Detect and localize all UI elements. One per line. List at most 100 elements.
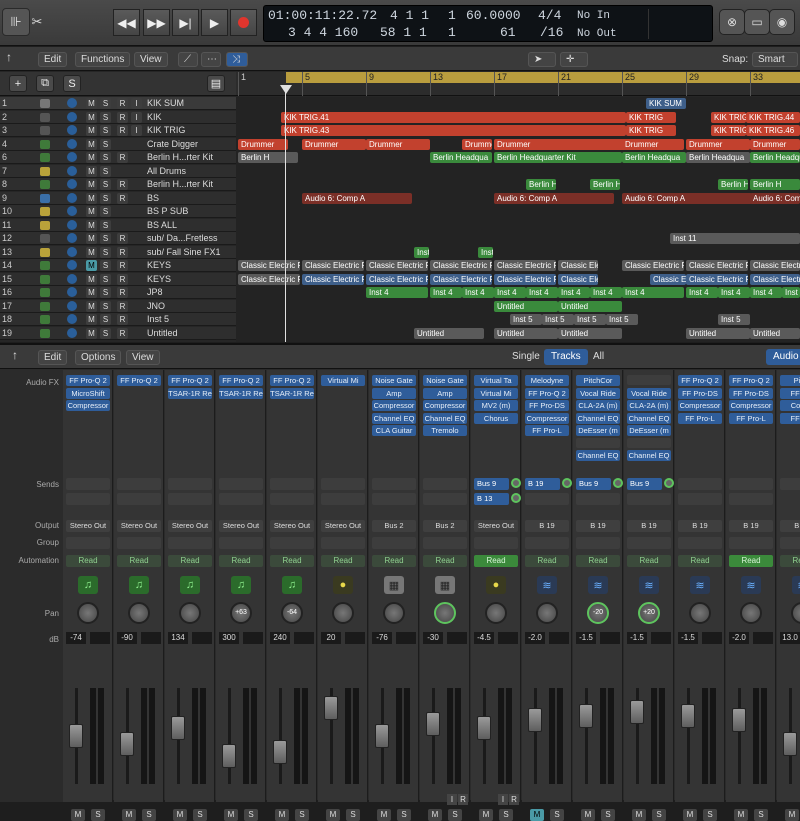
pan-knob[interactable]: -20 <box>587 602 609 624</box>
track-region[interactable]: Inst 4 <box>782 287 800 298</box>
track-region[interactable]: Inst 4 <box>526 287 558 298</box>
solo-button[interactable]: S <box>100 327 111 339</box>
track-row[interactable]: 16 M S R JP8 <box>0 286 236 299</box>
loop-browser-icon[interactable]: ◉ <box>769 9 795 35</box>
go-to-end-button[interactable]: ▶| <box>172 9 199 36</box>
solo-button[interactable]: S <box>397 809 411 821</box>
empty-send-slot[interactable] <box>321 493 365 505</box>
track-row[interactable]: 8 M S R Berlin H...rter Kit <box>0 178 236 191</box>
audio-filter-button[interactable]: Audio <box>766 349 800 365</box>
empty-send-slot[interactable] <box>168 478 212 490</box>
track-region[interactable]: Drummer <box>302 138 366 150</box>
plugin-slot[interactable]: CLA-2A (m) <box>576 400 620 411</box>
solo-button[interactable]: S <box>100 300 111 312</box>
plugin-slot[interactable]: Channel EQ <box>576 450 620 461</box>
plugin-slot[interactable]: FF Pro-Q 2 <box>678 375 722 386</box>
track-row[interactable]: 15 M S R KEYS <box>0 272 236 286</box>
track-region[interactable]: Inst 4 <box>750 287 782 298</box>
solo-button[interactable]: S <box>100 233 111 244</box>
record-enable-button[interactable]: R <box>117 246 128 258</box>
track-region[interactable]: Inst 4 <box>622 287 684 298</box>
automation-icon[interactable]: ⋯ <box>201 52 221 67</box>
volume-fader[interactable] <box>681 704 695 728</box>
plugin-slot[interactable]: FF Pro-Q 2 <box>525 387 569 399</box>
mute-button[interactable]: M <box>86 125 97 136</box>
automation-mode[interactable]: Read <box>219 555 263 567</box>
empty-plugin-slot[interactable] <box>627 375 671 385</box>
track-region[interactable]: Berlin Headqua <box>686 152 750 163</box>
power-icon[interactable] <box>67 219 77 230</box>
plugin-slot[interactable]: FF Pro-Q 2 <box>117 375 161 386</box>
track-region[interactable]: Classic Electric P <box>558 260 598 271</box>
solo-button[interactable]: S <box>550 809 564 821</box>
track-row[interactable]: 13 M S Rsub/ Fall Sine FX1 <box>0 245 236 259</box>
track-region[interactable]: Inst 5 <box>574 314 606 325</box>
mixer-toggle-icon[interactable]: ⊪ <box>2 8 30 36</box>
volume-fader[interactable] <box>120 732 134 756</box>
solo-button[interactable]: S <box>100 165 111 177</box>
output-slot[interactable]: B 19 <box>525 520 569 532</box>
solo-button[interactable]: S <box>100 125 111 136</box>
volume-fader[interactable] <box>324 696 338 720</box>
plugin-slot[interactable]: CLA-2A (m) <box>627 400 671 411</box>
track-name[interactable]: BS <box>147 193 227 203</box>
plugin-slot[interactable]: PitchCor <box>576 375 620 386</box>
solo-button[interactable]: S <box>100 219 111 231</box>
mute-button[interactable]: M <box>530 809 544 821</box>
mute-button[interactable]: M <box>86 98 97 109</box>
pan-knob[interactable] <box>536 602 558 624</box>
power-icon[interactable] <box>67 300 77 311</box>
track-region[interactable]: Classic Electric P <box>366 273 428 285</box>
track-name[interactable]: BS P SUB <box>147 206 227 216</box>
track-region[interactable]: KIK TRIG <box>711 125 746 136</box>
plugin-slot[interactable]: Noise Gate <box>423 375 467 386</box>
plugin-slot[interactable]: Pitch <box>780 375 800 386</box>
volume-fader[interactable] <box>171 716 185 740</box>
group-slot[interactable] <box>168 537 212 549</box>
group-slot[interactable] <box>627 537 671 549</box>
track-region[interactable]: Classic Electric P <box>494 260 556 271</box>
power-icon[interactable] <box>67 260 77 270</box>
mute-button[interactable]: M <box>86 206 97 217</box>
empty-send-slot[interactable] <box>117 493 161 505</box>
track-region[interactable]: Berlin Headqua <box>622 152 686 163</box>
play-button[interactable]: ▶ <box>201 9 228 36</box>
track-region[interactable]: Audio 6: Comp A <box>494 192 614 204</box>
notepad-icon[interactable]: ▭ <box>744 9 770 35</box>
empty-send-slot[interactable] <box>423 493 467 505</box>
edit-menu[interactable]: Edit <box>38 52 68 67</box>
track-row[interactable]: 11 M S BS ALL <box>0 218 236 232</box>
track-region[interactable]: Untitled <box>558 327 622 339</box>
solo-button[interactable]: S <box>100 273 111 285</box>
track-region[interactable]: Drummer <box>462 138 492 150</box>
mute-button[interactable]: M <box>785 809 799 821</box>
track-region[interactable]: Inst 5 <box>510 314 542 325</box>
plugin-slot[interactable]: Vocal Ride <box>627 387 671 399</box>
group-slot[interactable] <box>372 537 416 549</box>
plugin-slot[interactable]: Channel EQ <box>627 450 671 461</box>
plugin-slot[interactable]: FF Pro-L <box>729 412 773 424</box>
volume-fader[interactable] <box>579 704 593 728</box>
track-region[interactable]: Drummer <box>622 138 682 150</box>
solo-button[interactable]: S <box>244 809 258 821</box>
track-region[interactable]: Berlin H <box>718 179 748 190</box>
track-row[interactable]: 2 M S R I KIK <box>0 110 236 124</box>
volume-fader[interactable] <box>528 708 542 732</box>
output-slot[interactable]: Bus 2 <box>372 520 416 532</box>
plugin-slot[interactable]: TSAR-1R Re <box>168 387 212 399</box>
mute-button[interactable]: M <box>86 314 97 325</box>
track-row[interactable]: 14 M S R KEYS <box>0 259 236 272</box>
output-slot[interactable]: Stereo Out <box>117 520 161 532</box>
tracks-canvas[interactable]: KIK SUM KIK TRIG.41 KIK TRIG KIK TRIG KIK TR… <box>236 97 800 342</box>
track-region[interactable]: Inst 4 <box>494 287 526 298</box>
automation-mode[interactable]: Read <box>117 555 161 567</box>
track-name[interactable]: sub/ Da...Fretless <box>147 233 227 243</box>
track-row[interactable]: 9 M S R BS <box>0 191 236 205</box>
track-region[interactable]: KIK TRIG <box>626 125 676 136</box>
power-icon[interactable] <box>67 138 77 149</box>
track-region[interactable]: Classic Electric P <box>238 260 300 271</box>
track-row[interactable]: 12 M S Rsub/ Da...Fretless <box>0 232 236 245</box>
plugin-slot[interactable]: MicroShift <box>66 387 110 399</box>
automation-mode[interactable]: Read <box>678 555 722 567</box>
output-slot[interactable]: Stereo Out <box>474 520 518 532</box>
